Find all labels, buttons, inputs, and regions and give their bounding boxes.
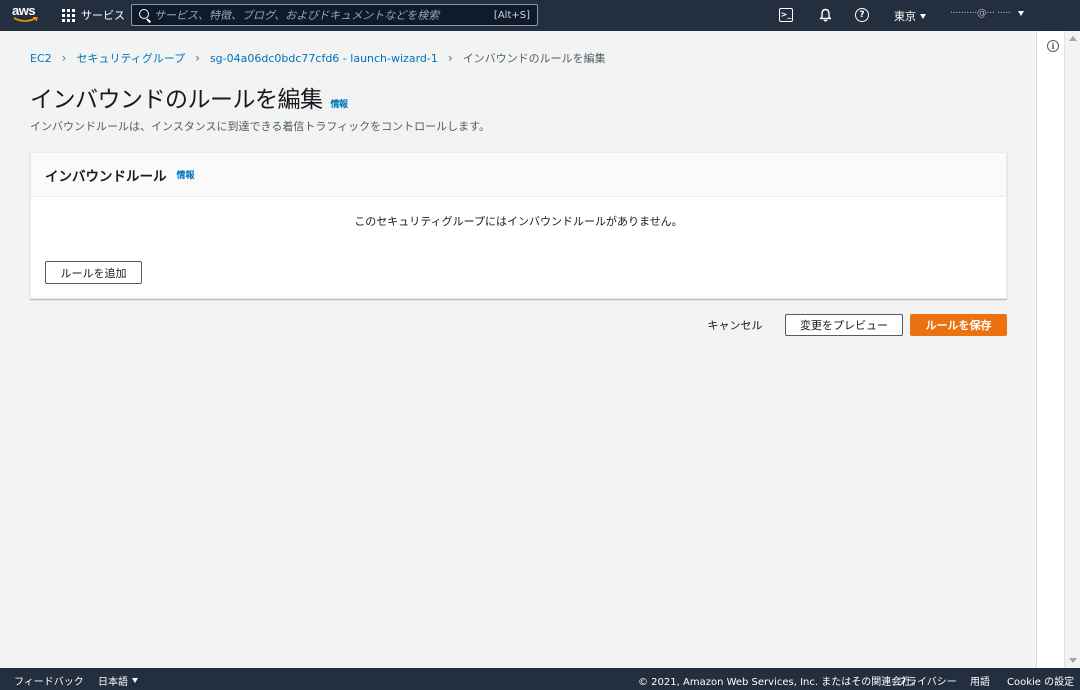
panel-info-link[interactable]: 情報 [177,168,195,181]
account-label: ··········@··· ····· [950,8,1011,19]
preview-changes-button[interactable]: 変更をプレビュー [785,314,903,336]
page-title-row: インバウンドのルールを編集 情報 [30,80,348,114]
aws-smile-icon [13,17,38,22]
save-rules-button[interactable]: ルールを保存 [910,314,1007,336]
search-icon [132,5,154,25]
copyright-text: © 2021, Amazon Web Services, Inc. またはその関… [638,677,922,688]
feedback-link[interactable]: フィードバック [14,673,84,688]
region-label: 東京 [894,10,916,23]
info-icon[interactable]: i [1047,40,1059,52]
bell-icon[interactable] [817,7,833,23]
cancel-button[interactable]: キャンセル [700,314,770,336]
empty-state-message: このセキュリティグループにはインバウンドルールがありません。 [354,215,683,228]
inbound-rules-panel: インバウンドルール 情報 このセキュリティグループにはインバウンドルールがありま… [30,152,1007,299]
page-info-link[interactable]: 情報 [331,97,349,110]
cookie-settings-link[interactable]: Cookie の設定 [1007,673,1074,688]
cloudshell-terminal-icon[interactable]: >_ [779,8,793,22]
top-navigation: aws サービス [Alt+S] >_ ? 東京 ··········@··· … [0,0,1080,31]
language-label: 日本語 [98,677,128,688]
add-rule-button[interactable]: ルールを追加 [45,261,142,284]
breadcrumb-security-group-id[interactable]: sg-04a06dc0bdc77cfd6 - launch-wizard-1 [210,52,438,65]
chevron-down-icon [132,678,138,683]
region-selector[interactable]: 東京 [894,8,926,24]
chevron-right-icon: › [61,51,67,65]
chevron-down-icon [920,13,926,19]
vertical-scrollbar[interactable] [1064,31,1080,668]
chevron-right-icon: › [195,51,200,65]
breadcrumb-ec2[interactable]: EC2 [30,52,52,65]
help-icon[interactable]: ? [855,8,869,22]
services-menu-button[interactable]: サービス [62,7,125,23]
breadcrumb: EC2 › セキュリティグループ › sg-04a06dc0bdc77cfd6 … [30,50,606,66]
search-box[interactable]: [Alt+S] [131,4,538,26]
scroll-down-icon[interactable] [1069,658,1077,663]
footer: フィードバック 日本語 © 2021, Amazon Web Services,… [0,668,1080,690]
language-selector[interactable]: 日本語 [98,673,138,688]
grid-icon [62,8,75,22]
scroll-up-icon[interactable] [1069,36,1077,41]
terms-link[interactable]: 用語 [970,673,990,688]
chevron-down-icon [1018,11,1025,16]
page-description: インバウンドルールは、インスタンスに到達できる着信トラフィックをコントロールしま… [30,120,491,133]
privacy-link[interactable]: プライバシー [897,673,957,688]
aws-logo[interactable]: aws [12,4,42,26]
chevron-right-icon: › [447,51,453,65]
panel-title: インバウンドルール [45,168,167,185]
page-title: インバウンドのルールを編集 [30,87,323,113]
aws-logo-text: aws [12,3,36,18]
breadcrumb-current: インバウンドのルールを編集 [462,52,606,65]
account-menu[interactable]: ··········@··· ····· [950,8,1025,19]
search-shortcut-hint: [Alt+S] [493,9,530,21]
search-input[interactable] [154,8,494,22]
breadcrumb-security-groups[interactable]: セキュリティグループ [76,50,185,66]
services-label: サービス [81,9,125,22]
panel-header: インバウンドルール 情報 [31,153,1006,197]
